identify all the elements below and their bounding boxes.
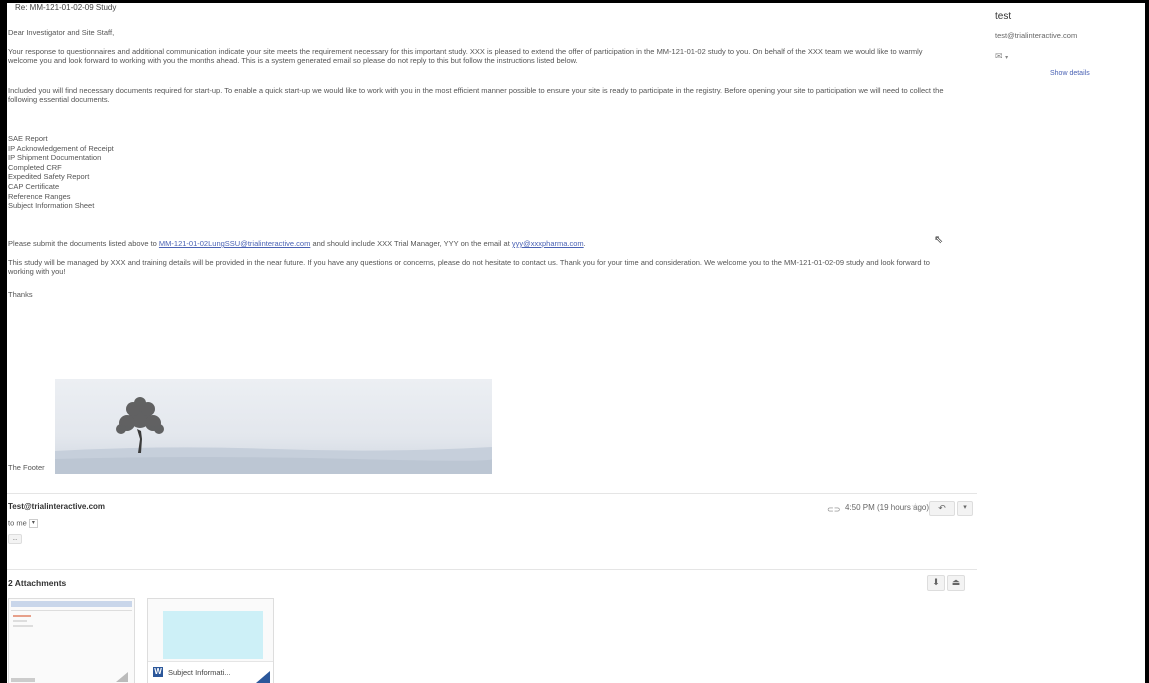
thumb-footer: [11, 678, 35, 682]
download-icon: ⬇: [932, 577, 940, 587]
submit-text-end: .: [583, 239, 586, 248]
manager-email-link[interactable]: yyy@xxxpharma.com: [512, 239, 584, 248]
thumb-line: [13, 625, 33, 627]
attachments-divider: [7, 569, 977, 570]
contact-sidebar: test test@trialinteractive.com ✉ ▾ Show …: [995, 3, 1145, 683]
document-list-item: Expedited Safety Report: [8, 172, 90, 182]
chevron-down-icon: ▾: [963, 504, 967, 511]
ssu-email-link[interactable]: MM-121-01-02LungSSU@trialinteractive.com: [159, 239, 310, 248]
thumb-line: [11, 610, 132, 611]
word-icon: W: [153, 667, 163, 677]
footer-label: The Footer: [8, 463, 45, 472]
mouse-cursor-icon: ⇖: [934, 234, 944, 246]
download-all-button[interactable]: ⬇: [927, 575, 945, 591]
submit-instructions: Please submit the documents listed above…: [8, 239, 586, 249]
save-to-drive-button[interactable]: ⏏: [947, 575, 965, 591]
document-list-item: IP Acknowledgement of Receipt: [8, 143, 114, 153]
email-signoff: Thanks: [8, 290, 33, 299]
attachments-title: 2 Attachments: [8, 578, 67, 588]
attachment-clip-icon: ⊂⊃: [827, 505, 841, 514]
attachment-2-label-bar: W Subject Informati...: [148, 661, 273, 683]
envelope-icon: ✉: [995, 51, 1003, 61]
thumb-line: [13, 615, 31, 617]
document-list-item: SAE Report: [8, 134, 48, 143]
reply-arrow-icon: ↶: [938, 503, 946, 513]
gmail-window: Re: MM-121-01-02-09 Study Dear Investiga…: [7, 3, 1145, 683]
email-paragraph-2: Included you will find necessary documen…: [8, 86, 944, 104]
document-list-item: Reference Ranges: [8, 191, 71, 201]
submit-text-start: Please submit the documents listed above…: [8, 239, 159, 248]
email-paragraph-4: This study will be managed by XXX and tr…: [8, 258, 930, 276]
contact-email: test@trialinteractive.com: [995, 31, 1078, 40]
thumb-header-bar: [11, 601, 132, 607]
email-subject: Re: MM-121-01-02-09 Study: [15, 3, 117, 12]
attachment-2-thumbnail[interactable]: W Subject Informati...: [147, 598, 274, 683]
contact-mail-button[interactable]: ✉ ▾: [995, 51, 1008, 62]
attachment-1-thumbnail[interactable]: [8, 598, 135, 683]
thumb-line: [13, 620, 27, 622]
to-me-label: to me: [8, 518, 27, 528]
recipients-dropdown-icon[interactable]: ▾: [28, 519, 38, 528]
email-paragraph-1: Your response to questionnaires and addi…: [8, 47, 923, 65]
chevron-down-icon: ▾: [1005, 55, 1009, 61]
attachment-2-name: Subject Informati...: [168, 668, 231, 677]
more-options-button[interactable]: ▾: [957, 501, 973, 516]
reply-recipients[interactable]: to me ▾: [8, 519, 38, 528]
reply-button[interactable]: ↶: [929, 501, 955, 516]
document-list-item: CAP Certificate: [8, 182, 60, 191]
document-list-item: Completed CRF: [8, 162, 62, 172]
doc-preview: [163, 611, 263, 659]
thumb-corner-fold-icon: [116, 672, 128, 682]
star-icon[interactable]: ☆: [911, 502, 920, 513]
email-thread: Re: MM-121-01-02-09 Study Dear Investiga…: [7, 3, 977, 683]
email-greeting: Dear Investigator and Site Staff,: [8, 28, 115, 37]
contact-name: test: [995, 11, 1012, 22]
thumb-corner-fold-icon: [256, 671, 270, 683]
footer-tree-banner: [55, 379, 492, 474]
document-list-item: IP Shipment Documentation: [8, 153, 102, 163]
show-trimmed-content-button[interactable]: ...: [8, 534, 22, 544]
reply-sender: Test@trialinteractive.com: [8, 502, 106, 511]
submit-text-middle: and should include XXX Trial Manager, YY…: [310, 239, 512, 248]
drive-icon: ⏏: [951, 577, 961, 587]
document-list-item: Subject Information Sheet: [8, 201, 95, 211]
show-details-link[interactable]: Show details: [1050, 70, 1090, 77]
message-divider: [7, 493, 977, 494]
